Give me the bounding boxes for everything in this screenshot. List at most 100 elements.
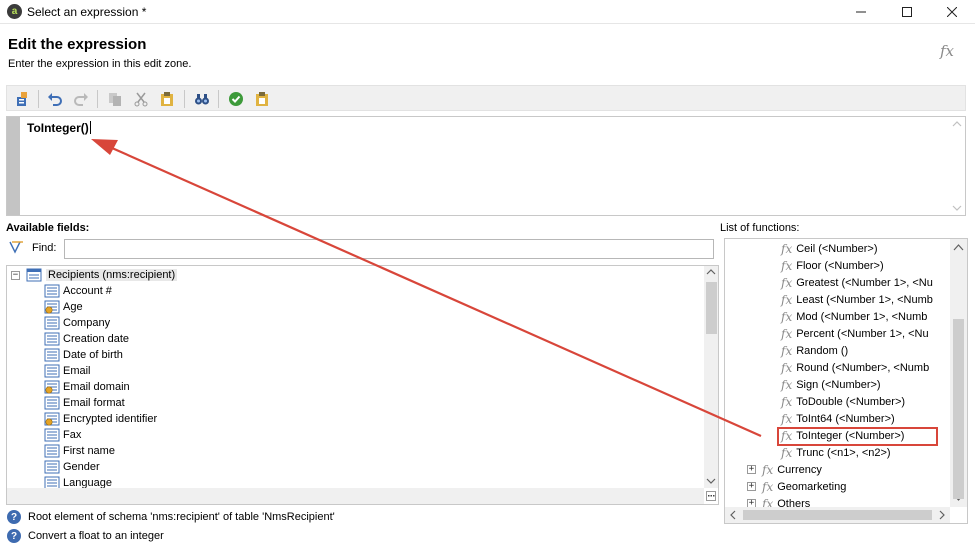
fields-scrollbar[interactable] bbox=[704, 266, 718, 488]
editor-toolbar bbox=[6, 85, 966, 111]
field-row[interactable]: Fax bbox=[44, 427, 81, 443]
paste-button[interactable] bbox=[157, 89, 177, 109]
expression-text[interactable]: ToInteger() bbox=[27, 121, 91, 135]
dialog-subtitle: Enter the expression in this edit zone. bbox=[8, 58, 192, 70]
function-item[interactable]: fx Sign (<Number>) bbox=[781, 376, 881, 393]
close-button[interactable] bbox=[929, 0, 975, 24]
function-label: Mod (<Number 1>, <Numb bbox=[796, 310, 928, 323]
scroll-thumb[interactable] bbox=[706, 282, 717, 334]
field-row[interactable]: Email format bbox=[44, 395, 125, 411]
more-options-button[interactable] bbox=[704, 488, 718, 504]
scroll-thumb[interactable] bbox=[743, 510, 932, 520]
field-icon bbox=[44, 428, 60, 442]
field-row[interactable]: Email domain bbox=[44, 379, 130, 395]
field-label: Gender bbox=[63, 461, 100, 473]
redo-button[interactable] bbox=[71, 89, 91, 109]
field-label: Email format bbox=[63, 397, 125, 409]
field-row[interactable]: First name bbox=[44, 443, 115, 459]
cut-button[interactable] bbox=[131, 89, 151, 109]
table-icon bbox=[26, 268, 42, 282]
function-label: Percent (<Number 1>, <Nu bbox=[796, 327, 929, 340]
function-fx-icon: fx bbox=[781, 241, 793, 256]
minimize-icon bbox=[856, 11, 866, 13]
function-item[interactable]: fx ToDouble (<Number>) bbox=[781, 393, 905, 410]
function-item[interactable]: fx Percent (<Number 1>, <Nu bbox=[781, 325, 929, 342]
field-row[interactable]: Email bbox=[44, 363, 91, 379]
function-fx-icon: fx bbox=[781, 377, 793, 392]
function-group[interactable]: + fx Currency bbox=[747, 461, 822, 478]
functions-label: List of functions: bbox=[720, 222, 800, 234]
tree-root-recipients[interactable]: − Recipients (nms:recipient) bbox=[11, 267, 178, 283]
field-row[interactable]: Creation date bbox=[44, 331, 129, 347]
find-button[interactable] bbox=[192, 89, 212, 109]
copy-button[interactable] bbox=[105, 89, 125, 109]
functions-horizontal-scrollbar[interactable] bbox=[725, 507, 950, 523]
function-label: ToInt64 (<Number>) bbox=[796, 412, 895, 425]
function-fx-icon: fx bbox=[781, 309, 793, 324]
fields-horizontal-scrollbar[interactable] bbox=[7, 488, 704, 504]
paste-special-button[interactable] bbox=[252, 89, 272, 109]
scroll-arrows-icon bbox=[952, 121, 962, 211]
field-row[interactable]: Company bbox=[44, 315, 110, 331]
status-line-schema: ? Root element of schema 'nms:recipient'… bbox=[7, 509, 335, 525]
function-item[interactable]: fx Round (<Number>, <Numb bbox=[781, 359, 929, 376]
field-row[interactable]: Encrypted identifier bbox=[44, 411, 157, 427]
function-item[interactable]: fx Greatest (<Number 1>, <Nu bbox=[781, 274, 933, 291]
functions-scrollbar[interactable] bbox=[950, 239, 967, 507]
field-label: Email bbox=[63, 365, 91, 377]
toolbar-separator bbox=[38, 90, 39, 108]
minimize-button[interactable] bbox=[838, 0, 884, 24]
calculated-field-icon bbox=[44, 380, 60, 394]
editor-scrollbar[interactable] bbox=[949, 117, 965, 215]
function-group-label: Currency bbox=[777, 463, 822, 476]
expression-value: ToInteger() bbox=[27, 121, 89, 135]
dialog-header: Edit the expression Enter the expression… bbox=[0, 25, 975, 75]
function-item[interactable]: fx Mod (<Number 1>, <Numb bbox=[781, 308, 927, 325]
find-filter-icon bbox=[9, 240, 25, 257]
undo-icon bbox=[48, 93, 62, 106]
field-row[interactable]: Account # bbox=[44, 283, 112, 299]
function-item[interactable]: fx Random () bbox=[781, 342, 848, 359]
function-item[interactable]: fx Floor (<Number>) bbox=[781, 257, 884, 274]
function-item[interactable]: fx ToInt64 (<Number>) bbox=[781, 410, 895, 427]
close-icon bbox=[947, 7, 957, 17]
find-input[interactable] bbox=[64, 239, 714, 259]
expand-toggle[interactable]: + bbox=[747, 482, 756, 491]
function-fx-icon: fx bbox=[781, 394, 793, 409]
field-icon bbox=[44, 284, 60, 298]
validate-button[interactable] bbox=[226, 89, 246, 109]
field-label: Account # bbox=[63, 285, 112, 297]
toolbar-separator bbox=[97, 90, 98, 108]
function-fx-icon: fx bbox=[781, 343, 793, 358]
scroll-thumb[interactable] bbox=[953, 319, 964, 499]
function-item[interactable]: fx Trunc (<n1>, <n2>) bbox=[781, 444, 891, 461]
help-icon: ? bbox=[7, 529, 21, 543]
available-fields-label: Available fields: bbox=[6, 222, 90, 234]
add-field-icon bbox=[17, 92, 27, 106]
help-icon: ? bbox=[7, 510, 21, 524]
function-fx-icon: fx bbox=[781, 292, 793, 307]
field-icon bbox=[44, 396, 60, 410]
maximize-button[interactable] bbox=[884, 0, 930, 24]
collapse-toggle[interactable]: − bbox=[11, 270, 20, 280]
function-group[interactable]: + fx Geomarketing bbox=[747, 478, 846, 495]
expression-editor[interactable]: ToInteger() bbox=[6, 116, 966, 216]
field-icon bbox=[44, 364, 60, 378]
field-row[interactable]: Age bbox=[44, 299, 83, 315]
field-icon bbox=[44, 444, 60, 458]
maximize-icon bbox=[902, 7, 912, 17]
app-logo-icon: a bbox=[7, 4, 22, 19]
field-label: Age bbox=[63, 301, 83, 313]
function-item[interactable]: fx Ceil (<Number>) bbox=[781, 240, 878, 257]
field-row[interactable]: Gender bbox=[44, 459, 100, 475]
add-field-button[interactable] bbox=[13, 89, 33, 109]
function-item[interactable]: fx Least (<Number 1>, <Numb bbox=[781, 291, 933, 308]
function-label: Round (<Number>, <Numb bbox=[796, 361, 930, 374]
field-row[interactable]: Date of birth bbox=[44, 347, 123, 363]
paste-special-icon bbox=[256, 92, 268, 106]
function-label: Sign (<Number>) bbox=[796, 378, 881, 391]
expand-toggle[interactable]: + bbox=[747, 465, 756, 474]
paste-icon bbox=[161, 92, 173, 106]
undo-button[interactable] bbox=[45, 89, 65, 109]
function-label: Floor (<Number>) bbox=[796, 259, 884, 272]
